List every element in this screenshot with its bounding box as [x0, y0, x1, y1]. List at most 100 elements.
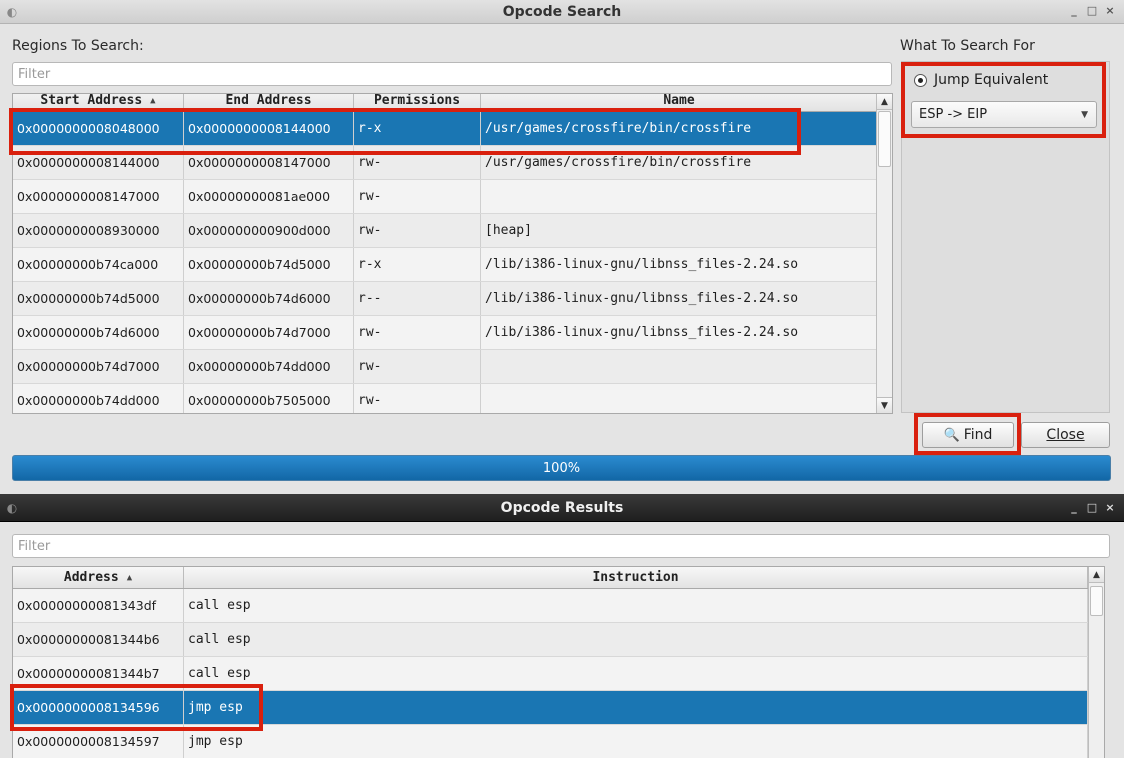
close-icon[interactable]: ×: [1104, 4, 1116, 17]
regions-filter-input[interactable]: [12, 62, 892, 86]
region-start-address: 0x0000000008048000: [13, 112, 184, 145]
close-icon[interactable]: ×: [1104, 501, 1116, 514]
region-row[interactable]: 0x0000000008930000 0x000000000900d000 rw-[…: [13, 214, 892, 248]
progress-bar: 100%: [12, 455, 1111, 481]
opcode-results-window: ◐ Opcode Results _ □ × Address▲ Instruct…: [0, 494, 1124, 758]
result-row[interactable]: 0x0000000008134596 jmp esp: [13, 691, 1104, 725]
region-end-address: 0x00000000081ae000: [184, 180, 354, 213]
region-name: /usr/games/crossfire/bin/crossfire: [481, 112, 878, 145]
result-row[interactable]: 0x0000000008134597 jmp esp: [13, 725, 1104, 758]
region-end-address: 0x00000000b7505000: [184, 384, 354, 413]
region-start-address: 0x0000000008144000: [13, 146, 184, 179]
region-row[interactable]: 0x00000000b74d6000 0x00000000b74d7000 rw- /…: [13, 316, 892, 350]
search-titlebar[interactable]: ◐ Opcode Search _ □ ×: [0, 0, 1124, 24]
scroll-thumb[interactable]: [1090, 586, 1103, 616]
region-permissions: rw-: [354, 316, 481, 349]
sort-ascending-icon: ▲: [150, 95, 156, 106]
region-row[interactable]: 0x0000000008147000 0x00000000081ae000 rw-: [13, 180, 892, 214]
scroll-up-icon[interactable]: ▲: [1089, 567, 1104, 583]
region-row[interactable]: 0x00000000b74ca000 0x00000000b74d5000 r-x /…: [13, 248, 892, 282]
region-end-address: 0x00000000b74d5000: [184, 248, 354, 281]
app-icon: ◐: [6, 5, 18, 19]
select-value: ESP -> EIP: [919, 107, 988, 122]
results-filter-input[interactable]: [12, 534, 1110, 558]
opcode-search-window: ◐ Opcode Search _ □ × Regions To Search:…: [0, 0, 1124, 494]
result-row[interactable]: 0x00000000081344b7 call esp: [13, 657, 1104, 691]
results-scrollbar[interactable]: ▲: [1088, 567, 1104, 758]
region-row[interactable]: 0x00000000b74d7000 0x00000000b74dd000 rw-: [13, 350, 892, 384]
minimize-icon[interactable]: _: [1068, 4, 1080, 17]
result-address: 0x00000000081344b6: [13, 623, 184, 656]
radio-selected-icon[interactable]: [914, 73, 927, 87]
column-start-address[interactable]: Start Address ▲: [13, 94, 184, 111]
magnifier-icon: 🔍: [943, 427, 960, 443]
regions-label: Regions To Search:: [12, 38, 144, 54]
region-start-address: 0x0000000008930000: [13, 214, 184, 247]
region-permissions: rw-: [354, 350, 481, 383]
search-window-title: Opcode Search: [502, 3, 622, 20]
column-instruction[interactable]: Instruction: [184, 567, 1088, 588]
region-name: [481, 180, 878, 213]
scroll-thumb[interactable]: [878, 111, 891, 167]
close-button-label: Close: [1046, 427, 1085, 443]
region-row[interactable]: 0x0000000008048000 0x0000000008144000 r-x /…: [13, 112, 892, 146]
result-row[interactable]: 0x00000000081343df call esp: [13, 589, 1104, 623]
app-icon: ◐: [6, 501, 18, 515]
column-end-address[interactable]: End Address: [184, 94, 354, 111]
regions-scrollbar[interactable]: ▲ ▼: [876, 94, 892, 413]
maximize-icon[interactable]: □: [1086, 4, 1098, 17]
results-table: Address ▲ Instruction 0x00000000081343df c…: [12, 566, 1105, 758]
result-row[interactable]: 0x00000000081344b6 call esp: [13, 623, 1104, 657]
region-permissions: rw-: [354, 146, 481, 179]
minimize-icon[interactable]: _: [1068, 501, 1080, 514]
jump-equivalent-radio[interactable]: Jump Equivalent: [914, 72, 1048, 88]
column-name[interactable]: Name: [481, 94, 878, 111]
result-instruction: call esp: [184, 657, 1088, 690]
radio-label: Jump Equivalent: [934, 72, 1049, 88]
region-row[interactable]: 0x00000000b74dd000 0x00000000b7505000 rw-: [13, 384, 892, 413]
results-table-body: 0x00000000081343df call esp 0x000000000813…: [13, 589, 1104, 758]
maximize-icon[interactable]: □: [1086, 501, 1098, 514]
region-row[interactable]: 0x0000000008144000 0x0000000008147000 rw- /…: [13, 146, 892, 180]
region-start-address: 0x00000000b74dd000: [13, 384, 184, 413]
result-address: 0x00000000081343df: [13, 589, 184, 622]
region-start-address: 0x00000000b74ca000: [13, 248, 184, 281]
column-address[interactable]: Address ▲: [13, 567, 184, 588]
region-name: /lib/i386-linux-gnu/libnss_files-2.24.so: [481, 248, 878, 281]
region-end-address: 0x0000000008147000: [184, 146, 354, 179]
region-name: [481, 384, 878, 413]
window-controls: _ □ ×: [1068, 501, 1116, 514]
close-button[interactable]: Close: [1021, 422, 1110, 448]
result-address: 0x0000000008134596: [13, 691, 184, 724]
find-button[interactable]: 🔍 Find: [922, 422, 1014, 448]
region-start-address: 0x00000000b74d6000: [13, 316, 184, 349]
progress-text: 100%: [542, 460, 581, 476]
region-name: /lib/i386-linux-gnu/libnss_files-2.24.so: [481, 282, 878, 315]
regions-table-body: 0x0000000008048000 0x0000000008144000 r-x /…: [13, 112, 892, 413]
search-for-label: What To Search For: [900, 38, 1035, 54]
region-permissions: r-x: [354, 248, 481, 281]
region-start-address: 0x00000000b74d7000: [13, 350, 184, 383]
region-start-address: 0x0000000008147000: [13, 180, 184, 213]
jump-type-select[interactable]: ESP -> EIP ▼: [911, 101, 1097, 128]
results-titlebar[interactable]: ◐ Opcode Results _ □ ×: [0, 494, 1124, 522]
column-permissions[interactable]: Permissions: [354, 94, 481, 111]
result-instruction: call esp: [184, 623, 1088, 656]
region-permissions: r-x: [354, 112, 481, 145]
region-permissions: rw-: [354, 384, 481, 413]
results-table-header: Address ▲ Instruction: [13, 567, 1104, 589]
regions-table: Start Address ▲ End Address Permissions N…: [12, 93, 893, 414]
sort-ascending-icon: ▲: [126, 572, 133, 583]
results-window-title: Opcode Results: [500, 499, 624, 516]
region-name: /usr/games/crossfire/bin/crossfire: [481, 146, 878, 179]
regions-table-header: Start Address ▲ End Address Permissions N…: [13, 94, 892, 112]
region-end-address: 0x00000000b74d7000: [184, 316, 354, 349]
region-end-address: 0x00000000b74d6000: [184, 282, 354, 315]
region-permissions: rw-: [354, 180, 481, 213]
region-row[interactable]: 0x00000000b74d5000 0x00000000b74d6000 r-- /…: [13, 282, 892, 316]
scroll-up-icon[interactable]: ▲: [877, 94, 892, 110]
region-permissions: r--: [354, 282, 481, 315]
chevron-down-icon: ▼: [1081, 110, 1088, 120]
scroll-down-icon[interactable]: ▼: [877, 397, 892, 413]
result-address: 0x00000000081344b7: [13, 657, 184, 690]
